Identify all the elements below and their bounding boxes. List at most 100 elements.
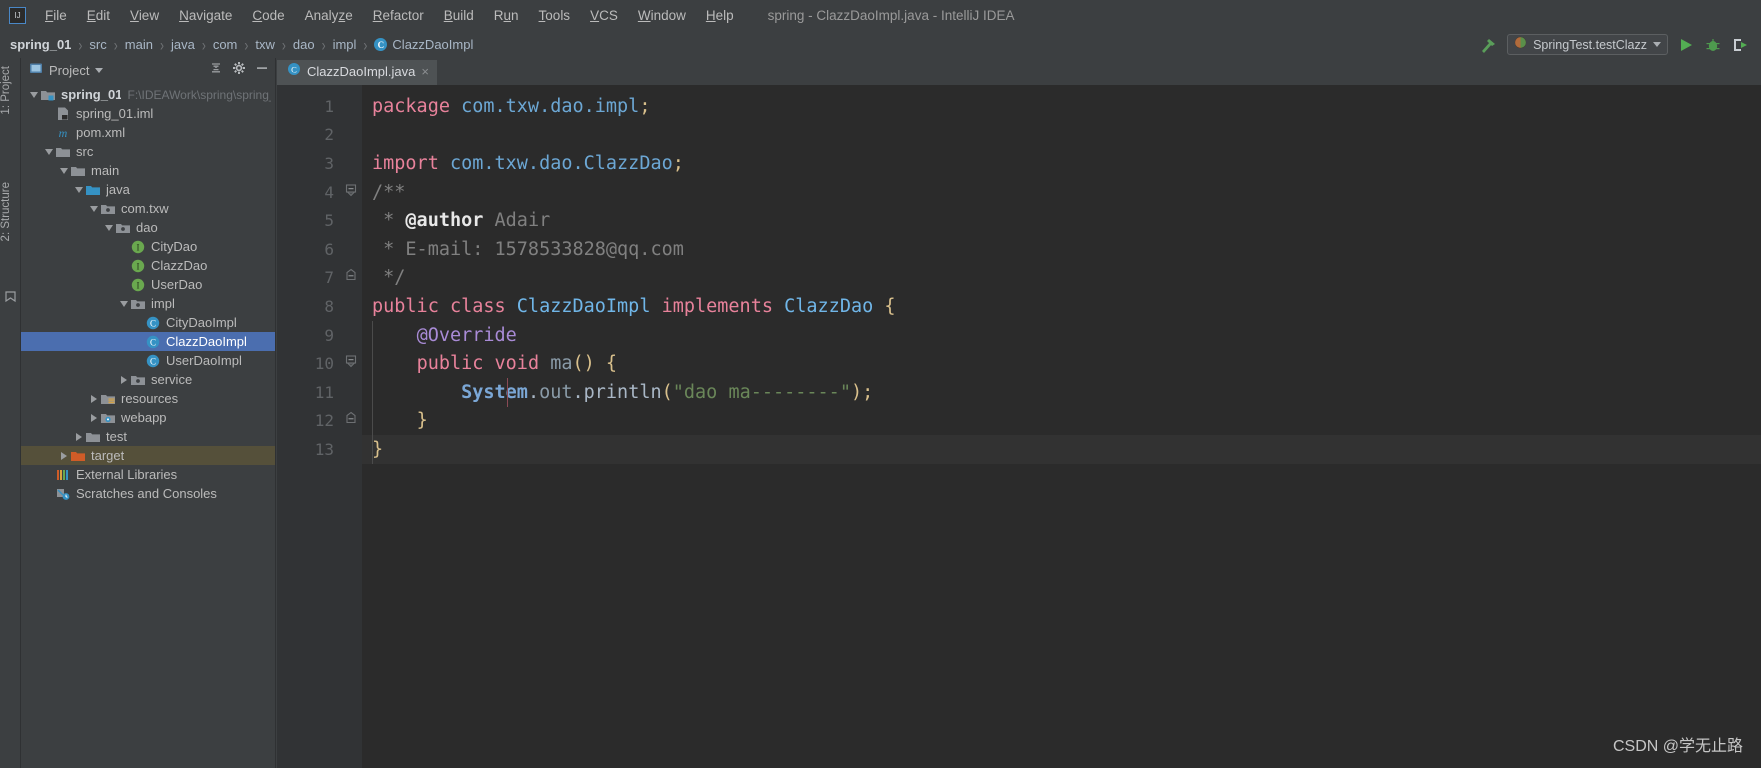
line-number-12[interactable]: 12 — [277, 407, 340, 436]
twisty-expanded-icon[interactable] — [60, 167, 68, 174]
menu-item-window[interactable]: Window — [628, 5, 696, 26]
tree-item-service[interactable]: service — [21, 370, 275, 389]
fold-cell-12[interactable] — [340, 407, 362, 436]
twisty-expanded-icon[interactable] — [75, 186, 83, 193]
code-line-2[interactable] — [362, 121, 1761, 150]
menu-item-build[interactable]: Build — [434, 5, 484, 26]
twisty-collapsed-icon[interactable] — [76, 432, 82, 441]
breadcrumb-item-spring-01[interactable]: spring_01 — [10, 37, 71, 52]
line-number-7[interactable]: 7 — [277, 264, 340, 293]
run-configuration-selector[interactable]: SpringTest.testClazz — [1507, 34, 1668, 55]
hide-panel-icon[interactable] — [255, 61, 269, 80]
tree-item-spring-01[interactable]: spring_01 F:\IDEAWork\spring\spring_ — [21, 85, 275, 104]
twisty-collapsed-icon[interactable] — [91, 394, 97, 403]
line-number-6[interactable]: 6 — [277, 235, 340, 264]
line-number-11[interactable]: 11 — [277, 378, 340, 407]
breadcrumb-item-clazzdaoimpl[interactable]: C ClazzDaoImpl — [374, 37, 473, 52]
code-editor[interactable]: 12345678910I111213 package com.txw.dao.i… — [277, 85, 1761, 768]
menu-item-view[interactable]: View — [120, 5, 169, 26]
tree-item-userdao[interactable]: I UserDao — [21, 275, 275, 294]
line-number-3[interactable]: 3 — [277, 149, 340, 178]
fold-cell-4[interactable] — [340, 178, 362, 207]
settings-gear-icon[interactable] — [232, 61, 246, 80]
code-line-1[interactable]: package com.txw.dao.impl; — [362, 92, 1761, 121]
breadcrumb-item-src[interactable]: src — [89, 37, 106, 52]
code-line-9[interactable]: @Override — [362, 321, 1761, 350]
line-number-8[interactable]: 8 — [277, 292, 370, 321]
tree-item-citydao[interactable]: I CityDao — [21, 237, 275, 256]
editor-tab-clazzdaoimpl[interactable]: C ClazzDaoImpl.java × — [277, 60, 437, 85]
tree-item-com-txw[interactable]: com.txw — [21, 199, 275, 218]
code-line-10[interactable]: public void ma() { — [362, 349, 1761, 378]
code-line-13[interactable]: } — [362, 435, 1761, 464]
tree-item-spring-01-iml[interactable]: spring_01.iml — [21, 104, 275, 123]
line-number-2[interactable]: 2 — [277, 121, 340, 150]
fold-end-icon[interactable] — [345, 268, 357, 287]
project-view-chevron-down-icon[interactable] — [95, 68, 104, 73]
tree-item-clazzdao[interactable]: I ClazzDao — [21, 256, 275, 275]
tree-item-clazzdaoimpl[interactable]: C ClazzDaoImpl — [21, 332, 275, 351]
run-icon[interactable] — [1677, 36, 1695, 54]
code-folding-strip[interactable] — [340, 85, 362, 768]
fold-cell-10[interactable] — [340, 349, 362, 378]
twisty-collapsed-icon[interactable] — [121, 375, 127, 384]
tree-item-citydaoimpl[interactable]: C CityDaoImpl — [21, 313, 275, 332]
tree-item-dao[interactable]: dao — [21, 218, 275, 237]
tree-item-test[interactable]: test — [21, 427, 275, 446]
tree-item-userdaoimpl[interactable]: C UserDaoImpl — [21, 351, 275, 370]
line-number-13[interactable]: 13 — [277, 435, 340, 464]
tree-item-target[interactable]: target — [21, 446, 275, 465]
tree-item-pom-xml[interactable]: m pom.xml — [21, 123, 275, 142]
menu-item-tools[interactable]: Tools — [529, 5, 581, 26]
line-number-1[interactable]: 1 — [277, 92, 340, 121]
fold-cell-7[interactable] — [340, 264, 362, 293]
code-line-7[interactable]: */ — [362, 264, 1761, 293]
breadcrumb-item-txw[interactable]: txw — [255, 37, 275, 52]
code-line-11[interactable]: System. out. println("dao ma--------"); — [362, 378, 1761, 407]
twisty-expanded-icon[interactable] — [120, 300, 128, 307]
twisty-collapsed-icon[interactable] — [91, 413, 97, 422]
menu-item-help[interactable]: Help — [696, 5, 744, 26]
code-line-4[interactable]: /** — [362, 178, 1761, 207]
tree-item-src[interactable]: src — [21, 142, 275, 161]
menu-item-edit[interactable]: Edit — [77, 5, 120, 26]
chevron-down-icon[interactable] — [1653, 42, 1661, 47]
breadcrumb-item-main[interactable]: main — [125, 37, 153, 52]
code-line-6[interactable]: * E-mail: 1578533828@qq.com — [362, 235, 1761, 264]
twisty-expanded-icon[interactable] — [90, 205, 98, 212]
project-tree[interactable]: spring_01 F:\IDEAWork\spring\spring_ sprin… — [21, 83, 275, 768]
tree-item-webapp[interactable]: webapp — [21, 408, 275, 427]
tree-item-java[interactable]: java — [21, 180, 275, 199]
code-line-5[interactable]: * @author Adair — [362, 206, 1761, 235]
fold-end-icon[interactable] — [345, 411, 357, 430]
line-number-5[interactable]: 5 — [277, 206, 340, 235]
twisty-collapsed-icon[interactable] — [61, 451, 67, 460]
code-line-3[interactable]: import com.txw.dao.ClazzDao; — [362, 149, 1761, 178]
menu-item-refactor[interactable]: Refactor — [363, 5, 434, 26]
menu-item-analyze[interactable]: Analyze — [295, 5, 363, 26]
twisty-expanded-icon[interactable] — [45, 148, 53, 155]
menu-item-run[interactable]: Run — [484, 5, 529, 26]
run-with-coverage-icon[interactable] — [1731, 36, 1749, 54]
sidebar-item-project-tab[interactable]: 1: Project — [0, 62, 21, 119]
line-number-4[interactable]: 4 — [277, 178, 368, 207]
tree-item-impl[interactable]: impl — [21, 294, 275, 313]
tree-item-main[interactable]: main — [21, 161, 275, 180]
breadcrumb-item-impl[interactable]: impl — [333, 37, 357, 52]
fold-collapse-icon[interactable] — [345, 183, 357, 202]
line-number-10[interactable]: 10I — [277, 349, 369, 378]
line-number-9[interactable]: 9 — [277, 321, 340, 350]
code-content[interactable]: package com.txw.dao.impl; import com.txw.… — [362, 85, 1761, 768]
collapse-all-icon[interactable] — [209, 61, 223, 80]
breadcrumb-item-dao[interactable]: dao — [293, 37, 315, 52]
fold-collapse-icon[interactable] — [345, 354, 357, 373]
menu-item-vcs[interactable]: VCS — [580, 5, 628, 26]
twisty-expanded-icon[interactable] — [30, 91, 38, 98]
code-line-12[interactable]: } — [362, 407, 1761, 436]
favorites-icon[interactable] — [4, 290, 17, 303]
tree-item-external-libraries[interactable]: External Libraries — [21, 465, 275, 484]
code-line-8[interactable]: public class ClazzDaoImpl implements Cla… — [362, 292, 1761, 321]
sidebar-item-structure-tab[interactable]: 2: Structure — [0, 178, 21, 245]
menu-item-file[interactable]: File — [35, 5, 77, 26]
menu-item-code[interactable]: Code — [242, 5, 294, 26]
